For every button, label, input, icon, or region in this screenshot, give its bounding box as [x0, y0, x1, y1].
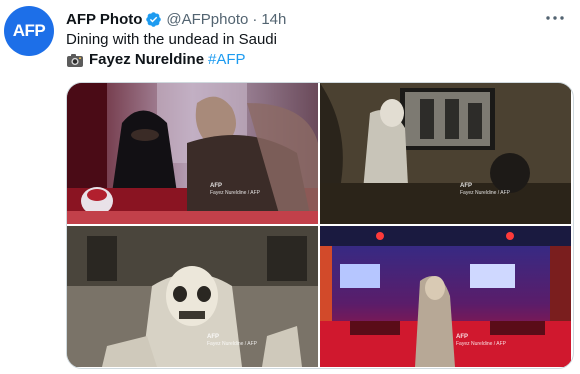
- avatar[interactable]: AFP: [4, 6, 54, 56]
- watermark-credit: Fayez Nureldine / AFP: [210, 190, 261, 196]
- tweet-text-line1: Dining with the undead in Saudi: [66, 31, 277, 48]
- hashtag-link[interactable]: #AFP: [208, 50, 246, 70]
- photographer-credit: Fayez Nureldine: [89, 51, 205, 68]
- watermark-credit: Fayez Nureldine / AFP: [456, 341, 507, 347]
- photo-2-watermark: AFP Fayez Nureldine / AFP: [460, 183, 510, 197]
- photo-neon-dining-room[interactable]: AFP Fayez Nureldine / AFP: [320, 226, 571, 367]
- camera-icon: [66, 53, 84, 68]
- timestamp[interactable]: 14h: [261, 11, 286, 28]
- ellipsis-icon[interactable]: [544, 8, 566, 28]
- photo-4-image: [320, 226, 571, 367]
- photo-grid: AFP Fayez Nureldine / AFP AFP Fayez Nure…: [66, 82, 574, 369]
- photo-3-image: [67, 226, 318, 367]
- photo-woman-with-zombie[interactable]: AFP Fayez Nureldine / AFP: [67, 83, 318, 224]
- author-name[interactable]: AFP Photo: [66, 11, 142, 28]
- watermark-credit: Fayez Nureldine / AFP: [207, 341, 258, 347]
- photo-1-image: [67, 83, 318, 224]
- watermark-brand: AFP: [456, 334, 468, 340]
- watermark-credit: Fayez Nureldine / AFP: [460, 190, 511, 196]
- photo-skeleton-with-portrait[interactable]: AFP Fayez Nureldine / AFP: [320, 83, 571, 224]
- watermark-brand: AFP: [207, 334, 219, 340]
- tweet-text-line2: Fayez Nureldine #AFP: [66, 50, 277, 70]
- separator-dot: ·: [252, 10, 258, 28]
- tweet-text: Dining with the undead in Saudi Fayez Nu…: [66, 30, 277, 70]
- avatar-logo-text: AFP: [12, 21, 46, 40]
- tweet-header: AFP Photo @AFPphoto · 14h: [66, 8, 540, 30]
- photo-skeleton-restaurant[interactable]: AFP Fayez Nureldine / AFP: [67, 226, 318, 367]
- photo-4-watermark: AFP Fayez Nureldine / AFP: [456, 334, 506, 348]
- photo-1-watermark: AFP Fayez Nureldine / AFP: [210, 183, 260, 197]
- photo-2-image: [320, 83, 571, 224]
- watermark-brand: AFP: [460, 183, 472, 189]
- photo-3-watermark: AFP Fayez Nureldine / AFP: [207, 334, 257, 348]
- author-handle[interactable]: @AFPphoto: [166, 11, 248, 28]
- watermark-brand: AFP: [210, 183, 222, 189]
- verified-badge-icon: [145, 11, 162, 28]
